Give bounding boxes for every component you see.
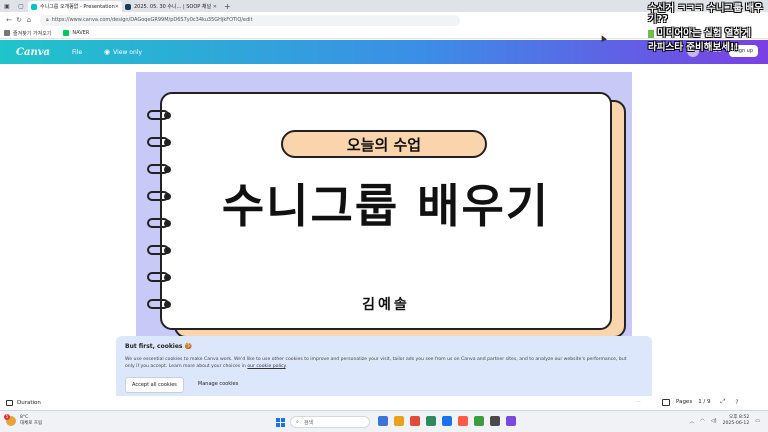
cookie-banner: But first, cookies 🍪 We use essential co… bbox=[116, 336, 652, 402]
timer-icon bbox=[6, 400, 13, 406]
taskbar-app-icon[interactable] bbox=[490, 416, 500, 426]
canva-logo[interactable]: Canva bbox=[16, 47, 50, 58]
weather-badge: 5 bbox=[4, 414, 10, 420]
pages-label: Pages bbox=[676, 399, 693, 405]
tray-chevron-icon[interactable]: ︿ bbox=[689, 418, 694, 425]
help-icon[interactable]: ? bbox=[735, 399, 738, 406]
clock-date: 2025-06-12 bbox=[722, 421, 750, 426]
weather-temp: 8°C bbox=[20, 415, 29, 420]
weather-text: 8°C 대체로 흐림 bbox=[20, 415, 42, 427]
accept-all-cookies-button[interactable]: Accept all cookies bbox=[125, 377, 184, 393]
taskbar-apps bbox=[378, 416, 516, 426]
overlay-caption: 라피스타 준비해보세!! bbox=[648, 42, 739, 53]
taskbar-app-icon[interactable] bbox=[394, 416, 404, 426]
browser-profile-icon[interactable]: ▣ bbox=[0, 0, 14, 12]
system-tray: ︿ ◠ ◁) 오후 8:52 2025-06-12 ▭ bbox=[689, 415, 760, 427]
bookmark-label: 즐겨찾기 가져오기 bbox=[13, 30, 52, 37]
canva-favicon-icon bbox=[31, 3, 37, 10]
pages-grid-icon bbox=[662, 398, 670, 406]
taskbar-app-icon[interactable] bbox=[410, 416, 420, 426]
wifi-icon[interactable]: ◠ bbox=[700, 418, 704, 424]
slide-subtitle-pill: 오늘의 수업 bbox=[281, 130, 487, 158]
taskbar-app-icon[interactable] bbox=[378, 416, 388, 426]
tab-canva-presentation[interactable]: 수니그룹 오개똥없 - Presentation ✕ bbox=[28, 1, 122, 12]
tab-close-icon[interactable]: ✕ bbox=[213, 4, 217, 10]
start-button[interactable] bbox=[276, 418, 285, 427]
cookie-title: But first, cookies 🍪 bbox=[125, 343, 193, 350]
duration-label: Duration bbox=[17, 400, 41, 406]
overlay-caption: 미디어아는 실험 열하게 bbox=[648, 25, 751, 39]
tab-actions-icon[interactable]: ▢ bbox=[14, 0, 28, 12]
new-tab-icon[interactable]: + bbox=[224, 2, 231, 11]
overlay-caption-text: 미디어아는 실험 열하게 bbox=[657, 28, 752, 39]
file-label: File bbox=[72, 48, 83, 56]
fullscreen-icon[interactable]: ⤢ bbox=[721, 398, 726, 406]
spiral-ring-icon bbox=[147, 137, 177, 147]
slide-title: 수니그룹 배우기 bbox=[221, 179, 551, 233]
overlay-caption: 기?? bbox=[648, 14, 668, 25]
taskbar-app-icon[interactable] bbox=[458, 416, 468, 426]
taskbar-app-icon[interactable] bbox=[426, 416, 436, 426]
search-placeholder: 검색 bbox=[303, 419, 314, 426]
more-dots-icon[interactable]: ··· bbox=[636, 399, 641, 405]
tab-title: 수니그룹 오개똥없 - Presentation bbox=[40, 4, 115, 10]
refresh-icon[interactable]: ↻ bbox=[14, 16, 24, 24]
eye-icon: ◉ bbox=[104, 48, 111, 56]
cookie-text: We use essential cookies to make Canva w… bbox=[125, 356, 637, 370]
weather-desc: 대체로 흐림 bbox=[20, 421, 43, 426]
canva-bottom-bar: Duration ··· Pages 1 / 9 ⤢ ? bbox=[0, 396, 768, 410]
bookmark-import[interactable]: 즐겨찾기 가져오기 bbox=[4, 30, 51, 37]
tab-title: 2025. 05. 30 수니... | SOOP 채널 bbox=[134, 4, 212, 10]
notification-icon[interactable]: ▭ bbox=[755, 418, 760, 424]
page-counter: 1 / 9 bbox=[698, 399, 711, 405]
naver-icon bbox=[63, 30, 70, 36]
tab-soop-channel[interactable]: 2025. 05. 30 수니... | SOOP 채널 ✕ bbox=[122, 1, 220, 12]
slide-author: 김예솔 bbox=[362, 297, 410, 313]
chat-badge-icon bbox=[648, 29, 654, 38]
spiral-ring-icon bbox=[147, 110, 177, 120]
cookie-policy-link[interactable]: our cookie policy bbox=[247, 364, 285, 369]
pages-control[interactable]: Pages 1 / 9 ⤢ ? bbox=[662, 398, 739, 406]
tab-close-icon[interactable]: ✕ bbox=[115, 4, 119, 10]
home-icon[interactable]: ⌂ bbox=[24, 16, 34, 24]
duration-button[interactable]: Duration bbox=[6, 400, 41, 406]
taskbar-app-icon[interactable] bbox=[506, 416, 516, 426]
weather-icon: 5 bbox=[4, 414, 16, 426]
view-only-label: View only bbox=[113, 48, 142, 56]
url-input[interactable]: 🔒︎ https://www.canva.com/design/DAGoqeGR… bbox=[40, 14, 460, 26]
lock-icon: 🔒︎ bbox=[46, 17, 49, 23]
taskbar-app-icon[interactable] bbox=[474, 416, 484, 426]
bookmark-folder-icon bbox=[4, 30, 10, 36]
windows-taskbar: 5 8°C 대체로 흐림 ⌕ 검색 ︿ ◠ ◁) 오후 8:52 2025-06… bbox=[0, 410, 768, 432]
bookmark-label: NAVER bbox=[72, 30, 90, 36]
search-icon: ⌕ bbox=[296, 419, 299, 425]
volume-icon[interactable]: ◁) bbox=[711, 418, 717, 424]
clock[interactable]: 오후 8:52 2025-06-12 bbox=[723, 415, 750, 427]
soop-favicon-icon bbox=[125, 3, 131, 10]
manage-cookies-button[interactable]: Manage cookies bbox=[192, 377, 244, 393]
cookie-text-end: . bbox=[285, 364, 288, 369]
taskbar-search-input[interactable]: ⌕ 검색 bbox=[290, 416, 370, 428]
cookie-body-text: We use essential cookies to make Canva w… bbox=[125, 357, 627, 369]
url-text: https://www.canva.com/design/DAGoqeGR99M… bbox=[51, 17, 253, 23]
weather-widget[interactable]: 5 8°C 대체로 흐림 bbox=[4, 414, 42, 427]
taskbar-app-icon[interactable] bbox=[442, 416, 452, 426]
spiral-ring-icon bbox=[147, 245, 177, 255]
file-menu-button[interactable]: File bbox=[72, 49, 82, 56]
back-icon[interactable]: ← bbox=[4, 16, 14, 24]
bookmark-naver[interactable]: NAVER bbox=[63, 30, 89, 36]
spiral-ring-icon bbox=[147, 272, 177, 282]
view-only-button[interactable]: ◉ View only bbox=[104, 48, 142, 56]
